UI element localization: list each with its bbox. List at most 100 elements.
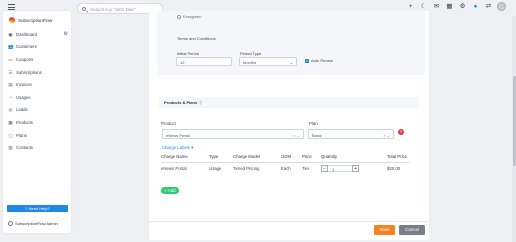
admin-profile[interactable]: SubscriptionFlow Admin [8, 221, 58, 226]
user-icon [8, 221, 13, 226]
cell-type: Usage [209, 166, 222, 171]
sidebar-item-subscriptions[interactable]: ☰ Subscriptions [8, 66, 68, 79]
sidebar-nav: ▣ Dashboard ⚙ 👥 Customers ▭ Coupons ☰ Su… [8, 28, 68, 154]
period-type-value: Months [243, 60, 257, 65]
auto-renew-label: Auto Renew [311, 58, 333, 63]
sidebar-item-label: Dashboard [16, 31, 38, 37]
product-label: Product [161, 121, 176, 126]
column-header-type: Type [209, 154, 219, 159]
sidebar-item-label: Plans [16, 132, 27, 138]
sidebar-item-label: Coupons [16, 56, 34, 62]
sidebar: SubscriptionFlow ▣ Dashboard ⚙ 👥 Custome… [3, 11, 71, 233]
clear-chevron-icon[interactable]: × ⌄ [293, 133, 300, 138]
charge-labels-link[interactable]: Charge Labels ▾ [162, 145, 193, 151]
product-select[interactable]: eNews Portal × ⌄ [162, 129, 304, 139]
sidebar-item-label: Invoices [16, 82, 32, 88]
product-value: eNews Portal [166, 132, 190, 138]
moon-icon[interactable]: ☾ [419, 2, 428, 11]
subscription-terms-section: Evergreen Terms and Conditions Initial P… [157, 11, 425, 75]
radio-button[interactable] [177, 14, 181, 19]
sidebar-item-leads[interactable]: ◎ Leads [8, 104, 68, 117]
products-icon: ▦ [8, 119, 13, 125]
chevron-down-icon: ⌄ [289, 60, 293, 65]
user-avatar[interactable] [497, 2, 506, 11]
remove-product-icon[interactable]: × [398, 129, 404, 135]
checkbox-checked-icon[interactable]: ✓ [305, 58, 309, 63]
cell-total-price: $20.00 [387, 166, 401, 171]
translate-icon[interactable]: ⇄ [484, 2, 493, 11]
sidebar-item-products[interactable]: ▦ Products [8, 116, 68, 129]
brand[interactable]: SubscriptionFlow [9, 17, 52, 23]
admin-name: SubscriptionFlow Admin [15, 221, 58, 226]
sidebar-item-invoices[interactable]: ▤ Invoices [8, 78, 68, 91]
add-product-button[interactable]: + Add [161, 187, 179, 194]
notification-icon[interactable]: ● [471, 2, 480, 11]
minus-icon[interactable]: − [321, 165, 328, 172]
cell-charge-model: Tiered Pricing [233, 166, 260, 171]
page-scrollbar[interactable] [512, 16, 516, 242]
cancel-button[interactable]: Cancel [399, 225, 425, 235]
calendar-icon[interactable]: ▦ [445, 2, 454, 11]
plans-icon: ▢ [8, 132, 13, 138]
plan-value: Basic [312, 132, 322, 138]
sidebar-item-label: Leads [16, 107, 28, 113]
info-icon[interactable]: ⓘ [198, 100, 202, 105]
plan-label: Plan [309, 121, 318, 126]
search-placeholder: Search e.g "John Doe" [90, 6, 136, 12]
customers-icon: 👥 [8, 44, 14, 50]
products-plans-header: Products & Plans ⓘ [159, 97, 419, 108]
period-type-label: Period Type [240, 51, 262, 56]
column-header-price: Price [302, 154, 312, 159]
need-help-button[interactable]: ? Need Help? [7, 205, 68, 212]
subscription-form: Evergreen Terms and Conditions Initial P… [149, 11, 429, 240]
sidebar-item-customers[interactable]: 👥 Customers [8, 41, 68, 54]
charge-labels-label: Charge Labels [162, 145, 190, 150]
column-header-quantity: Quantity [321, 154, 338, 159]
help-icon: ? [25, 206, 28, 211]
brand-name: SubscriptionFlow [18, 17, 53, 23]
initial-period-value: 12 [180, 60, 185, 65]
initial-period-input[interactable]: 12 [176, 57, 232, 66]
mail-icon[interactable]: ✉ [432, 2, 441, 11]
brand-logo-icon [9, 17, 15, 23]
plan-select[interactable]: Basic × ⌄ [308, 129, 394, 139]
evergreen-option[interactable]: Evergreen [177, 14, 201, 19]
scrollbar-thumb[interactable] [512, 76, 516, 166]
quantity-stepper[interactable]: − 1 + [321, 164, 367, 173]
sidebar-item-label: Products [16, 119, 33, 125]
column-header-total-price: Total Price [387, 154, 408, 159]
sidebar-item-dashboard[interactable]: ▣ Dashboard ⚙ [8, 28, 68, 41]
period-type-select[interactable]: Months ⌄ [239, 57, 297, 66]
gear-icon[interactable]: ⚙ [64, 31, 68, 37]
usages-icon: ◔ [9, 94, 12, 100]
products-plans-title: Products & Plans [164, 100, 198, 105]
column-header-charge-name: Charge Name [161, 154, 188, 159]
sidebar-item-coupons[interactable]: ▭ Coupons [8, 53, 68, 66]
subscriptions-icon: ☰ [8, 69, 13, 75]
save-button[interactable]: Save [374, 225, 395, 235]
footer-divider [149, 221, 429, 222]
terms-label: Terms and Conditions [177, 36, 216, 41]
caret-down-icon: ▾ [191, 145, 194, 150]
cell-price: Tier [302, 166, 310, 171]
search-icon [82, 7, 86, 11]
sidebar-item-usages[interactable]: ◔ Usages [8, 91, 68, 104]
sidebar-item-plans[interactable]: ▢ Plans [8, 129, 68, 142]
clear-chevron-icon[interactable]: × ⌄ [383, 133, 390, 138]
quantity-input[interactable]: 1 [328, 165, 352, 172]
column-header-charge-model: Charge Model [233, 154, 260, 159]
table-divider [161, 162, 409, 163]
initial-period-label: Initial Period [177, 51, 200, 56]
plus-icon[interactable]: + [406, 2, 415, 11]
column-header-uom: UOM [281, 154, 292, 159]
top-icons: + ☾ ✉ ▦ ⚙ ● ⇄ [406, 2, 506, 11]
invoices-icon: ▤ [8, 82, 13, 88]
hamburger-menu-icon[interactable] [8, 4, 15, 10]
gear-icon[interactable]: ⚙ [458, 2, 467, 11]
plus-icon[interactable]: + [352, 165, 359, 172]
sidebar-item-label: Contacts [16, 145, 33, 151]
auto-renew-checkbox[interactable]: ✓ Auto Renew [305, 58, 333, 63]
leads-icon: ◎ [8, 107, 13, 113]
contacts-icon: ▥ [8, 145, 13, 151]
sidebar-item-contacts[interactable]: ▥ Contacts [8, 141, 68, 154]
